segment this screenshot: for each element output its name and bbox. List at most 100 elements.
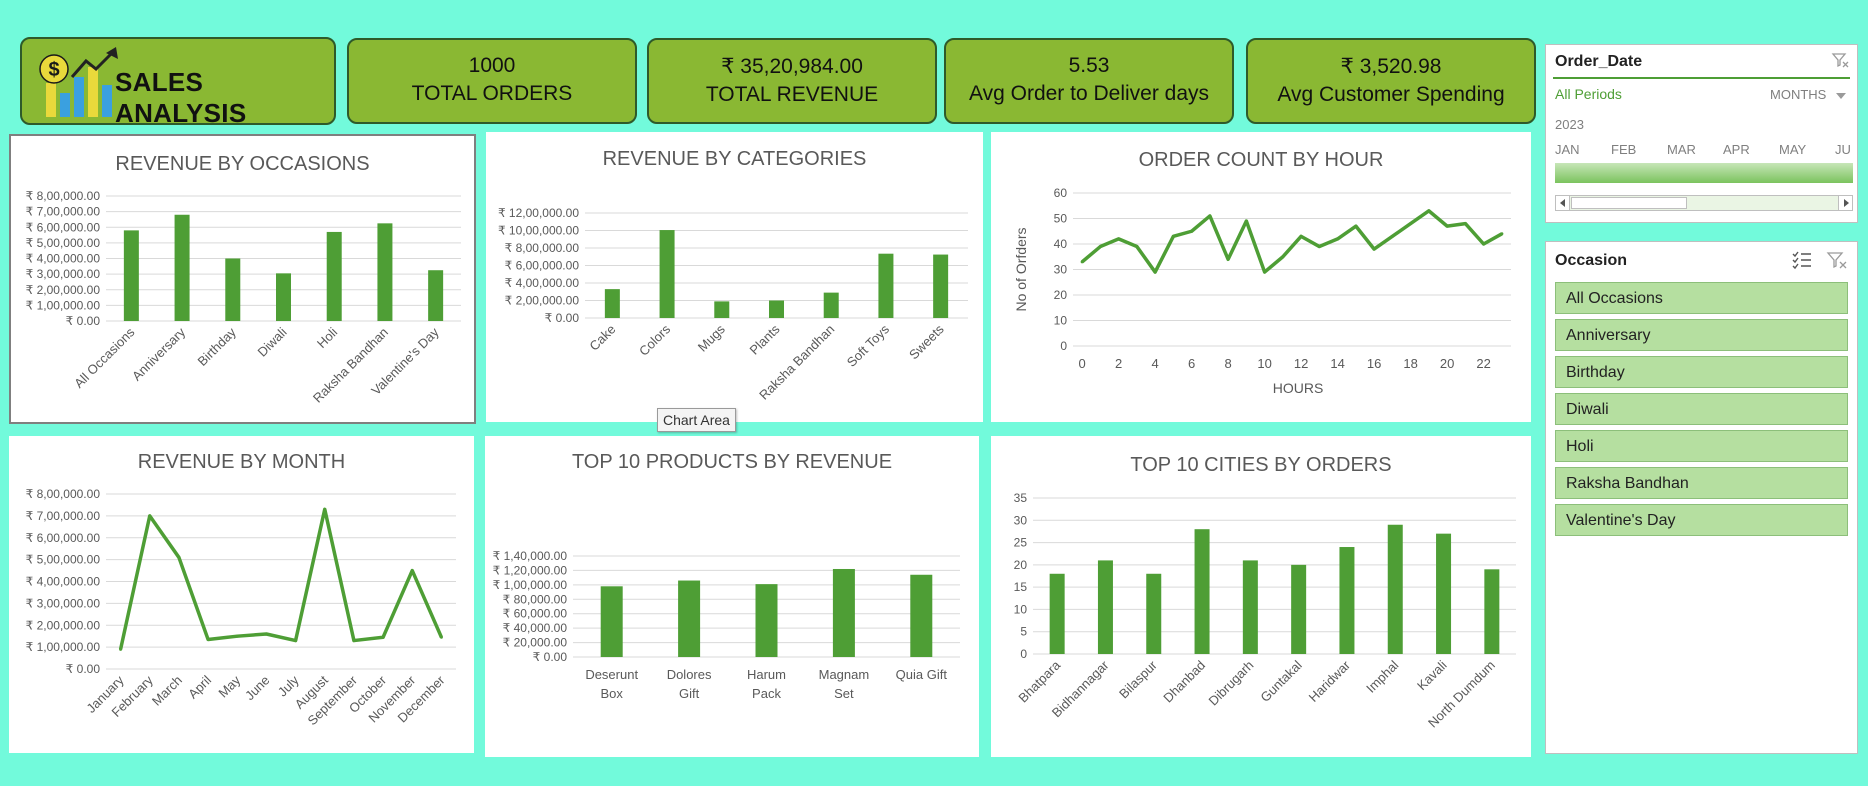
bar: [933, 254, 949, 318]
scroll-thumb[interactable]: [1571, 197, 1687, 209]
timeline-month-label[interactable]: FEB: [1611, 142, 1636, 157]
scroll-left-button[interactable]: [1556, 196, 1570, 210]
x-tick-label: Birthday: [195, 324, 240, 369]
y-tick-label: ₹ 8,00,000.00: [26, 189, 101, 203]
x-tick-label: Guntakal: [1257, 657, 1304, 704]
x-tick-label: 16: [1367, 356, 1381, 371]
data-point: [1098, 245, 1102, 249]
occasion-slicer[interactable]: Occasion All Occasions Anniversary Birth…: [1545, 241, 1858, 754]
order-date-timeline-slicer[interactable]: Order_Date All Periods MONTHS 2023 JAN FE…: [1545, 44, 1858, 223]
x-tick-label: 14: [1330, 356, 1344, 371]
data-point: [119, 647, 123, 651]
timeline-level-dropdown[interactable]: MONTHS: [1770, 87, 1826, 102]
timeline-month-label[interactable]: APR: [1723, 142, 1750, 157]
clear-filter-icon[interactable]: [1831, 51, 1849, 69]
slicer-item-holi[interactable]: Holi: [1555, 430, 1848, 462]
data-point: [1299, 234, 1303, 238]
data-point: [235, 634, 239, 638]
y-tick-label: ₹ 3,00,000.00: [26, 596, 101, 610]
y-tick-label: ₹ 1,20,000.00: [493, 563, 568, 577]
chevron-down-icon[interactable]: [1836, 93, 1846, 99]
clear-filter-icon[interactable]: [1826, 250, 1848, 270]
dashboard-title: SALES ANALYSIS: [115, 67, 247, 128]
chart-revenue-by-month[interactable]: REVENUE BY MONTH ₹ 0.00 ₹ 1,00,000.00 ₹ 2,…: [9, 436, 474, 753]
bar: [714, 301, 730, 318]
slicer-item-anniversary[interactable]: Anniversary: [1555, 319, 1848, 351]
timeline-year: 2023: [1555, 117, 1584, 132]
x-tick-label: Bhatpara: [1015, 657, 1063, 705]
x-tick-label: 10: [1257, 356, 1271, 371]
multi-select-icon[interactable]: [1791, 250, 1813, 270]
slicer-item-valentines-day[interactable]: Valentine's Day: [1555, 504, 1848, 536]
bar: [1242, 560, 1258, 654]
y-tick-label: ₹ 7,00,000.00: [26, 509, 101, 523]
bar: [276, 273, 291, 321]
timeline-month-label[interactable]: JU: [1835, 142, 1851, 157]
x-tick-label: Dhanbad: [1160, 658, 1208, 706]
chart-order-count-by-hour[interactable]: ORDER COUNT BY HOUR 0 10 20 30 40 50 60 0 2 4 6 8 10…: [991, 132, 1531, 422]
x-tick-label: Gift: [679, 686, 700, 701]
bar: [1291, 564, 1307, 654]
data-point: [1390, 234, 1394, 238]
bar: [1387, 524, 1403, 654]
y-tick-label: ₹ 4,00,000.00: [505, 276, 580, 290]
y-tick-label: ₹ 3,00,000.00: [26, 267, 101, 281]
scroll-right-button[interactable]: [1838, 196, 1852, 210]
y-tick-label: ₹ 1,00,000.00: [26, 640, 101, 654]
timeline-month-label[interactable]: MAY: [1779, 142, 1806, 157]
data-point: [1263, 270, 1267, 274]
data-point: [1409, 222, 1413, 226]
y-tick-label: ₹ 5,00,000.00: [26, 553, 101, 567]
y-tick-label: 40: [1054, 237, 1068, 251]
x-tick-label: All Occasions: [71, 324, 138, 391]
y-tick-label: ₹ 7,00,000.00: [26, 205, 101, 219]
kpi-label: Avg Order to Deliver days: [968, 82, 1210, 105]
bar: [823, 292, 839, 318]
data-point: [177, 555, 181, 559]
x-tick-label: Holi: [314, 324, 341, 351]
y-tick-label: ₹ 2,00,000.00: [26, 618, 101, 632]
data-point: [352, 639, 356, 643]
x-tick-label: Kavali: [1414, 657, 1450, 693]
slicer-item-raksha-bandhan[interactable]: Raksha Bandhan: [1555, 467, 1848, 499]
timeline-month-label[interactable]: JAN: [1555, 142, 1580, 157]
chart-revenue-by-occasions[interactable]: REVENUE BY OCCASIONS ₹ 0.00 ₹ 1,00,000.00…: [9, 134, 476, 424]
slicer-title: Occasion: [1555, 252, 1628, 269]
y-tick-label: ₹ 6,00,000.00: [26, 531, 101, 545]
slicer-item-birthday[interactable]: Birthday: [1555, 356, 1848, 388]
y-tick-label: ₹ 5,00,000.00: [26, 236, 101, 250]
y-tick-label: ₹ 1,00,000.00: [493, 578, 568, 592]
x-tick-label: Dolores: [667, 667, 712, 682]
x-tick-label: Soft Toys: [844, 321, 893, 370]
chart-top-10-products[interactable]: TOP 10 PRODUCTS BY REVENUE ₹ 0.00 ₹ 20,00…: [485, 436, 979, 757]
y-tick-label: ₹ 4,00,000.00: [26, 575, 101, 589]
x-tick-label: 20: [1440, 356, 1454, 371]
data-point: [1080, 260, 1084, 264]
chart-revenue-by-categories[interactable]: REVENUE BY CATEGORIES ₹ 0.00 ₹ 2,00,000.0…: [486, 132, 983, 422]
bar: [377, 223, 393, 321]
x-tick-label: Mugs: [695, 321, 728, 354]
x-tick-label: 6: [1188, 356, 1195, 371]
x-tick-label: Bilaspur: [1116, 657, 1160, 701]
timeline-period-label: All Periods: [1555, 86, 1622, 102]
y-tick-label: ₹ 0.00: [533, 650, 568, 664]
y-tick-label: ₹ 1,00,000.00: [26, 298, 101, 312]
x-tick-label: Pack: [752, 686, 781, 701]
timeline-scrollbar[interactable]: [1555, 195, 1853, 211]
timeline-month-label[interactable]: MAR: [1667, 142, 1696, 157]
y-tick-label: ₹ 0.00: [545, 311, 580, 325]
slicer-item-all-occasions[interactable]: All Occasions: [1555, 282, 1848, 314]
x-tick-label: Box: [600, 686, 623, 701]
data-point: [1208, 214, 1212, 218]
kpi-total-orders: 1000 TOTAL ORDERS: [347, 38, 637, 124]
x-tick-label: 0: [1079, 356, 1086, 371]
timeline-selection-bar[interactable]: [1555, 163, 1853, 183]
x-tick-label: Quia Gift: [896, 667, 948, 682]
y-tick-label: 20: [1014, 558, 1028, 572]
chart-top-10-cities[interactable]: TOP 10 CITIES BY ORDERS 0 5 10 15 20 25 30 35 Bh…: [991, 436, 1531, 757]
x-tick-label: May: [215, 672, 243, 700]
slicer-item-diwali[interactable]: Diwali: [1555, 393, 1848, 425]
data-point: [323, 507, 327, 511]
y-tick-label: ₹ 6,00,000.00: [505, 259, 580, 273]
y-tick-label: 50: [1054, 212, 1068, 226]
